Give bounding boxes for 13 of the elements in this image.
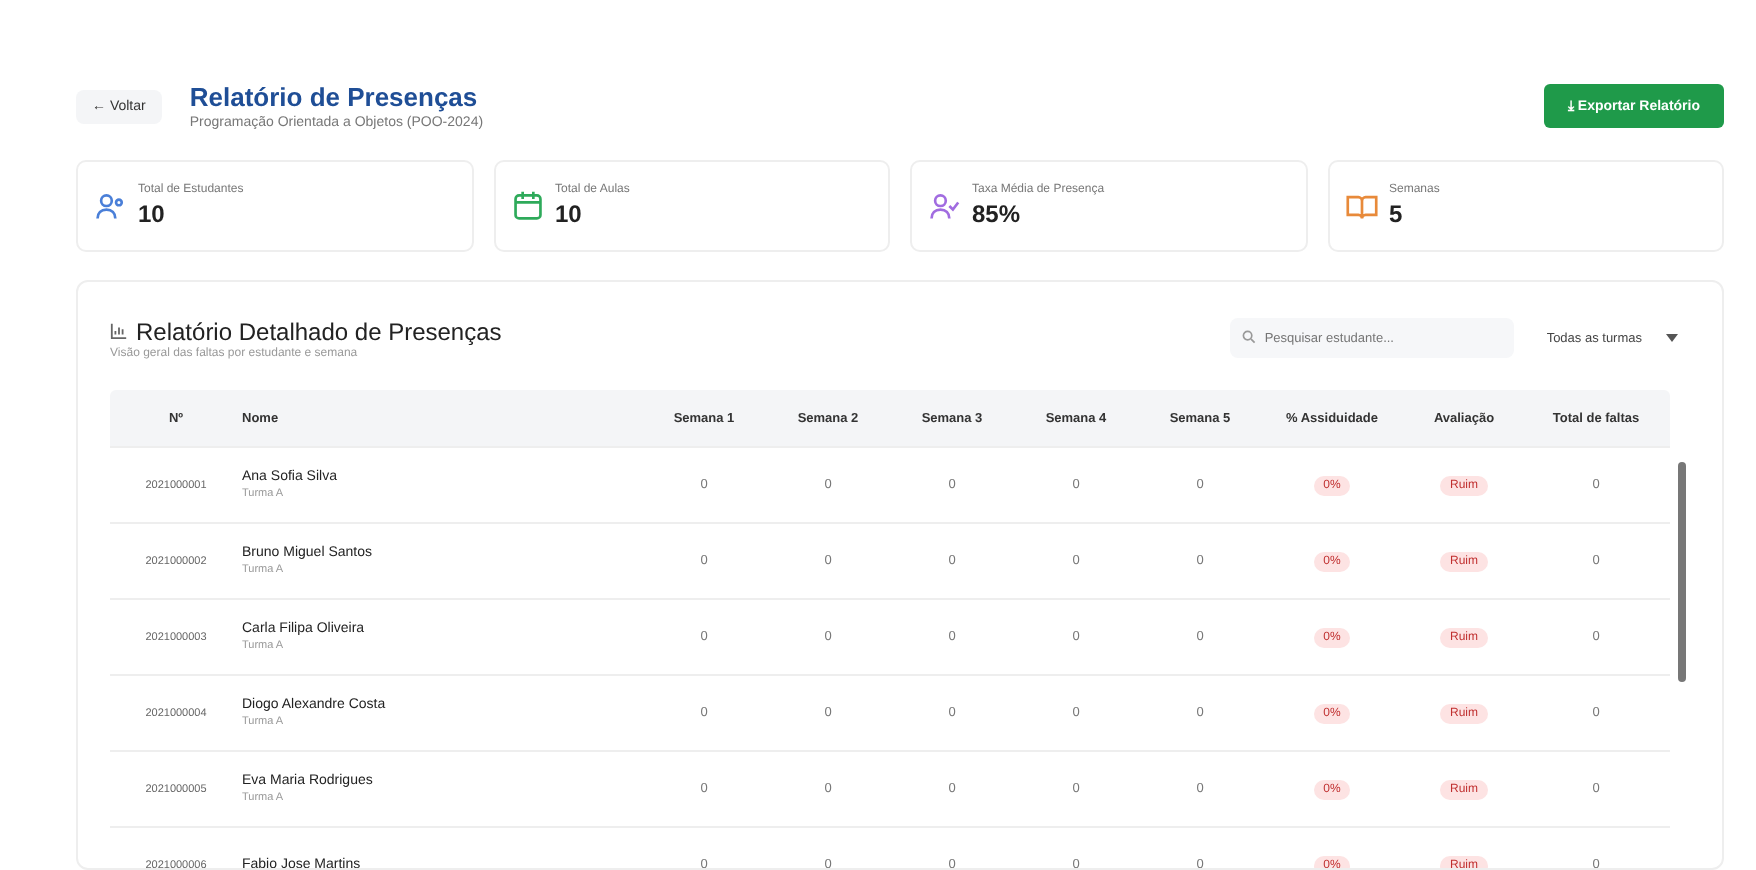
bar-chart-icon (110, 322, 128, 340)
book-icon (1345, 190, 1377, 222)
section-title: Relatório Detalhado de Presenças (136, 317, 502, 345)
people-icon (94, 190, 126, 222)
page-title: Relatório de Presenças (189, 82, 480, 112)
scroll-thumb[interactable] (1678, 462, 1686, 682)
person-check-icon (928, 190, 960, 222)
caret-icon (1666, 334, 1678, 342)
stat-value: 10 (555, 200, 584, 228)
stat-value: 85% (972, 200, 1023, 228)
stat-value: 10 (138, 200, 167, 228)
stat-value: 5 (1389, 200, 1405, 228)
calendar-icon (511, 190, 543, 222)
